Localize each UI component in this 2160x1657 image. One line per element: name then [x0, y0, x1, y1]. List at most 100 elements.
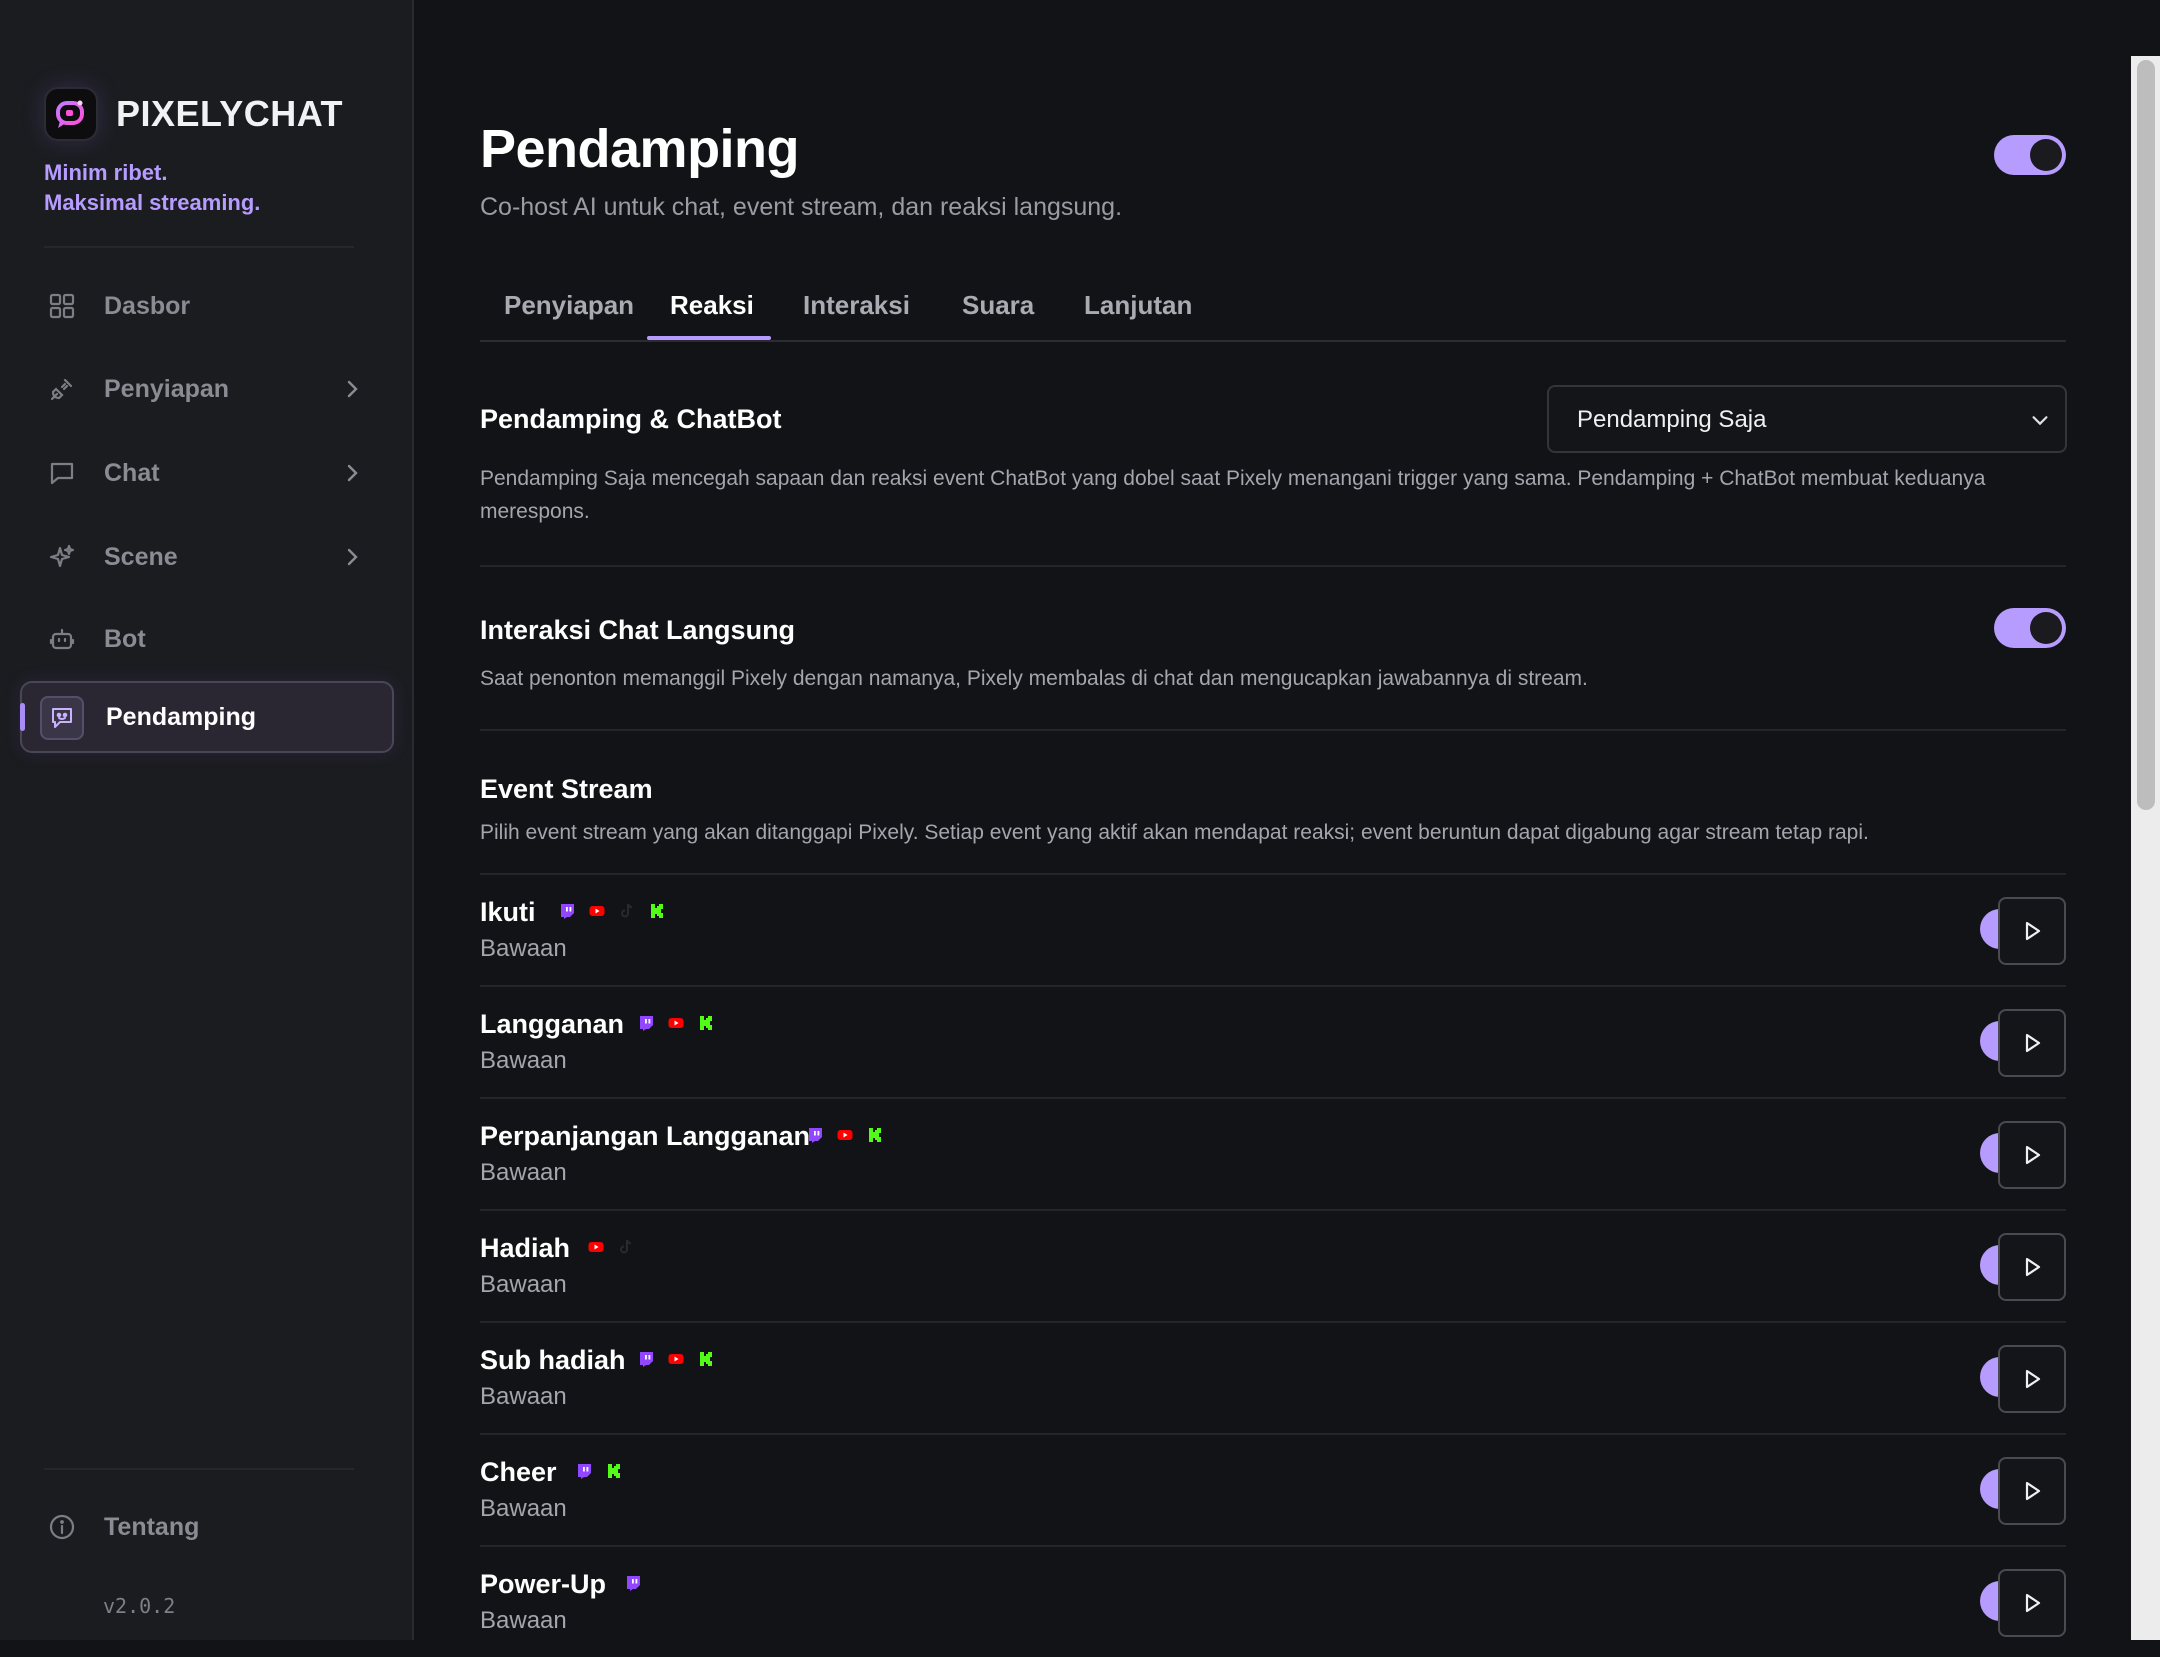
sidebar-item-label: Tentang: [104, 1512, 200, 1541]
companion-mode-select[interactable]: Pendamping Saja: [1547, 385, 2067, 453]
play-icon: [2025, 1145, 2041, 1165]
tiktok-icon: [620, 1239, 632, 1254]
tab-penyiapan[interactable]: Penyiapan: [504, 290, 634, 321]
event-platforms: [624, 1573, 642, 1593]
app-version: v2.0.2: [103, 1594, 176, 1618]
play-icon: [2025, 1369, 2041, 1389]
event-preset: Bawaan: [480, 1159, 567, 1186]
tab-reaksi[interactable]: Reaksi: [670, 290, 754, 321]
sidebar-item-tentang[interactable]: Tentang: [20, 1491, 394, 1563]
live-chat-description: Saat penonton memanggil Pixely dengan na…: [480, 667, 1588, 690]
event-test-play-button[interactable]: [1998, 1121, 2066, 1189]
tab-suara[interactable]: Suara: [962, 290, 1034, 321]
tab-interaksi[interactable]: Interaksi: [803, 290, 910, 321]
scrollbar-thumb[interactable]: [2137, 60, 2155, 810]
sidebar-item-label: Bot: [104, 624, 146, 653]
event-platforms: [587, 1237, 635, 1257]
sidebar: PIXELYCHAT Minim ribet. Maksimal streami…: [0, 0, 414, 1640]
robot-icon: [48, 625, 76, 653]
event-name: Power-Up: [480, 1569, 607, 1599]
chevron-right-icon: [347, 380, 358, 398]
sidebar-divider: [44, 1468, 354, 1470]
chat-bubble-icon: [48, 459, 76, 487]
event-test-play-button[interactable]: [1998, 1345, 2066, 1413]
sidebar-item-dasbor[interactable]: Dasbor: [20, 270, 394, 342]
event-test-play-button[interactable]: [1998, 897, 2066, 965]
play-icon: [2025, 1593, 2041, 1613]
youtube-icon: [588, 1242, 604, 1252]
live-chat-toggle[interactable]: [1994, 608, 2066, 648]
event-test-play-button[interactable]: [1998, 1569, 2066, 1637]
kick-icon: [608, 1464, 620, 1478]
play-icon: [2025, 1257, 2041, 1277]
twitch-icon: [578, 1464, 591, 1479]
twitch-icon: [809, 1128, 822, 1143]
toggle-knob: [2030, 139, 2062, 171]
brand[interactable]: PIXELYCHAT: [44, 87, 343, 141]
companion-master-toggle[interactable]: [1994, 135, 2066, 175]
event-name: Ikuti: [480, 897, 536, 927]
event-platforms: [575, 1461, 623, 1481]
event-row: Power-Up Bawaan: [480, 1545, 2066, 1657]
page-title: Pendamping: [480, 119, 800, 179]
kick-icon: [700, 1352, 712, 1366]
sidebar-item-label: Pendamping: [106, 702, 257, 731]
event-preset: Bawaan: [480, 1271, 567, 1298]
pixelychat-logo-icon: [44, 87, 98, 141]
sidebar-item-scene[interactable]: Scene: [20, 521, 394, 593]
live-chat-title: Interaksi Chat Langsung: [480, 615, 796, 645]
event-name: Langganan: [480, 1009, 625, 1039]
companion-chatbot-title: Pendamping & ChatBot: [480, 404, 782, 434]
event-row: Sub hadiah Bawaan: [480, 1321, 2066, 1433]
event-preset: Bawaan: [480, 1047, 567, 1074]
event-test-play-button[interactable]: [1998, 1009, 2066, 1077]
event-platforms: [558, 901, 666, 921]
youtube-icon: [589, 906, 605, 916]
twitch-icon: [640, 1016, 653, 1031]
event-test-play-button[interactable]: [1998, 1233, 2066, 1301]
page-subtitle: Co-host AI untuk chat, event stream, dan…: [480, 193, 1123, 221]
plug-icon: [48, 375, 76, 403]
event-stream-title: Event Stream: [480, 774, 653, 804]
brand-name: PIXELYCHAT: [116, 93, 344, 134]
youtube-icon: [837, 1130, 853, 1140]
sidebar-item-bot[interactable]: Bot: [20, 603, 394, 675]
event-stream-description: Pilih event stream yang akan ditanggapi …: [480, 821, 1869, 844]
kick-icon: [700, 1016, 712, 1030]
sidebar-item-penyiapan[interactable]: Penyiapan: [20, 353, 394, 425]
play-icon: [2025, 1033, 2041, 1053]
active-indicator: [20, 703, 25, 731]
info-icon: [48, 1513, 76, 1541]
event-platforms: [637, 1013, 715, 1033]
event-platforms: [637, 1349, 715, 1369]
event-row: Cheer Bawaan: [480, 1433, 2066, 1545]
event-name: Sub hadiah: [480, 1345, 626, 1375]
section-divider: [480, 729, 2066, 731]
sidebar-item-label: Scene: [104, 542, 178, 571]
tab-bar: Penyiapan Reaksi Interaksi Suara Lanjuta…: [480, 288, 2066, 342]
event-preset: Bawaan: [480, 935, 567, 962]
kick-icon: [869, 1128, 881, 1142]
chevron-right-icon: [347, 464, 358, 482]
kick-icon: [651, 904, 663, 918]
tab-lanjutan[interactable]: Lanjutan: [1084, 290, 1192, 321]
sidebar-item-pendamping[interactable]: Pendamping: [20, 681, 394, 753]
toggle-knob: [2030, 612, 2062, 644]
tagline-line-1: Minim ribet.: [44, 160, 168, 185]
sparkles-icon: [48, 543, 76, 571]
event-preset: Bawaan: [480, 1383, 567, 1410]
twitch-icon: [561, 904, 574, 919]
section-divider: [480, 565, 2066, 567]
event-test-play-button[interactable]: [1998, 1457, 2066, 1525]
tiktok-icon: [621, 903, 633, 918]
event-platforms: [806, 1125, 884, 1145]
sidebar-item-label: Chat: [104, 458, 160, 487]
sidebar-item-chat[interactable]: Chat: [20, 437, 394, 509]
sidebar-item-label: Penyiapan: [104, 374, 230, 403]
event-name: Cheer: [480, 1457, 557, 1487]
event-row: Langganan Bawaan: [480, 985, 2066, 1097]
event-name: Hadiah: [480, 1233, 571, 1263]
chevron-right-icon: [347, 548, 358, 566]
youtube-icon: [668, 1354, 684, 1364]
sidebar-divider: [44, 246, 354, 248]
